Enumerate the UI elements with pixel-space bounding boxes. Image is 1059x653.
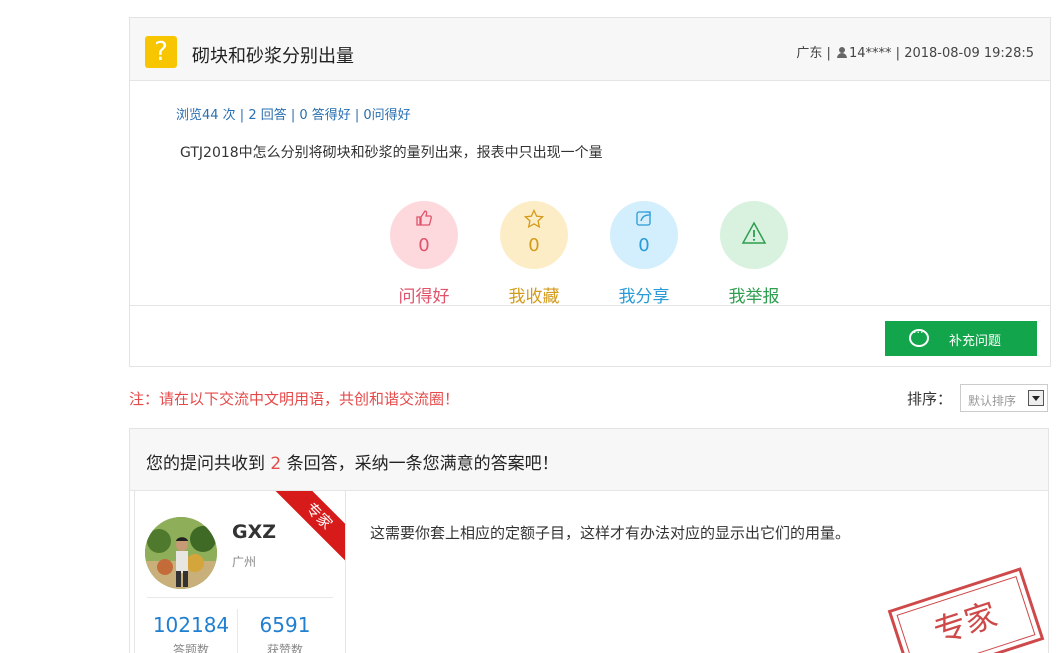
question-region: 广东 | xyxy=(796,46,831,61)
report-button[interactable]: 我举报 xyxy=(699,201,809,307)
question-body: GTJ2018中怎么分别将砌块和砂浆的量列出来，报表中只出现一个量 xyxy=(180,145,603,161)
warning-icon xyxy=(720,221,788,250)
user-icon xyxy=(837,47,847,58)
answerer-name[interactable]: GXZ xyxy=(232,521,276,543)
like-count-value: 6591 xyxy=(259,613,311,637)
sort-select[interactable]: 默认排序 xyxy=(960,384,1048,412)
profile-divider xyxy=(147,597,333,598)
favorite-button[interactable]: 0 我收藏 xyxy=(479,201,589,307)
answers-header-text: 您的提问共收到 2 条回答，采纳一条您满意的答案吧！ xyxy=(146,449,559,474)
chat-bubble-icon xyxy=(909,326,929,347)
stat-separator xyxy=(237,609,238,653)
favorite-label: 我收藏 xyxy=(508,287,560,307)
dropdown-arrow-icon[interactable] xyxy=(1028,390,1044,406)
answers-count: 2 xyxy=(270,454,282,474)
expert-ribbon: 专家 xyxy=(267,491,345,568)
thumbs-up-icon xyxy=(390,209,458,232)
favorite-circle[interactable]: 0 xyxy=(500,201,568,269)
avatar[interactable] xyxy=(145,517,217,589)
share-button[interactable]: 0 我分享 xyxy=(589,201,699,307)
report-circle[interactable] xyxy=(720,201,788,269)
share-label: 我分享 xyxy=(618,287,670,307)
answerer-city: 广州 xyxy=(232,555,257,569)
question-actions: 0 问得好 0 我收藏 0 我分享 我举报 xyxy=(390,201,791,307)
question-meta: 广东 | 14**** | 2018-08-09 19:28:5 xyxy=(796,42,1034,61)
supplement-question-label: 补充问题 xyxy=(949,334,1002,349)
share-icon xyxy=(610,209,678,232)
favorite-count: 0 xyxy=(528,235,540,256)
answers-header-prefix: 您的提问共收到 xyxy=(146,454,265,474)
like-question-button[interactable]: 0 问得好 xyxy=(369,201,479,307)
question-header: ? 砌块和砂浆分别出量 广东 | 14**** | 2018-08-09 19:… xyxy=(130,18,1050,81)
sort-label: 排序： xyxy=(907,390,953,408)
like-label: 问得好 xyxy=(398,287,450,307)
like-count-stat: 6591 获赞数 xyxy=(239,613,331,653)
sort-value: 默认排序 xyxy=(968,394,1017,408)
answer-count-value: 102184 xyxy=(152,613,230,637)
share-count: 0 xyxy=(638,235,650,256)
question-stats: 浏览44 次 | 2 回答 | 0 答得好 | 0问得好 xyxy=(176,108,411,123)
star-icon xyxy=(500,208,568,234)
like-count: 0 xyxy=(418,235,430,256)
answers-card: 您的提问共收到 2 条回答，采纳一条您满意的答案吧！ GXZ 广州 专家 102… xyxy=(129,428,1049,653)
answers-header-suffix: 条回答，采纳一条您满意的答案吧！ xyxy=(286,454,559,474)
question-user: 14**** | xyxy=(849,46,901,61)
answers-header: 您的提问共收到 2 条回答，采纳一条您满意的答案吧！ xyxy=(130,429,1048,491)
like-count-label: 获赞数 xyxy=(266,643,303,653)
question-mark-icon: ? xyxy=(145,36,177,68)
like-circle[interactable]: 0 xyxy=(390,201,458,269)
supplement-question-button[interactable]: 补充问题 xyxy=(885,321,1037,356)
question-time: 2018-08-09 19:28:5 xyxy=(904,46,1034,61)
question-footer: 补充问题 xyxy=(130,305,1050,367)
answerer-profile: GXZ 广州 专家 102184 答题数 6591 获赞数 xyxy=(134,491,346,653)
answer-count-stat: 102184 答题数 xyxy=(145,613,237,653)
question-title: 砌块和砂浆分别出量 xyxy=(192,46,354,67)
answer-count-label: 答题数 xyxy=(172,643,209,653)
question-card: ? 砌块和砂浆分别出量 广东 | 14**** | 2018-08-09 19:… xyxy=(129,17,1051,367)
share-circle[interactable]: 0 xyxy=(610,201,678,269)
report-label: 我举报 xyxy=(728,287,780,307)
civility-notice: 注：请在以下交流中文明用语，共创和谐交流圈！ xyxy=(129,390,460,408)
answer-text: 这需要你套上相应的定额子目，这样才有办法对应的显示出它们的用量。 xyxy=(370,524,851,542)
expert-stamp: 专家 xyxy=(887,567,1045,653)
